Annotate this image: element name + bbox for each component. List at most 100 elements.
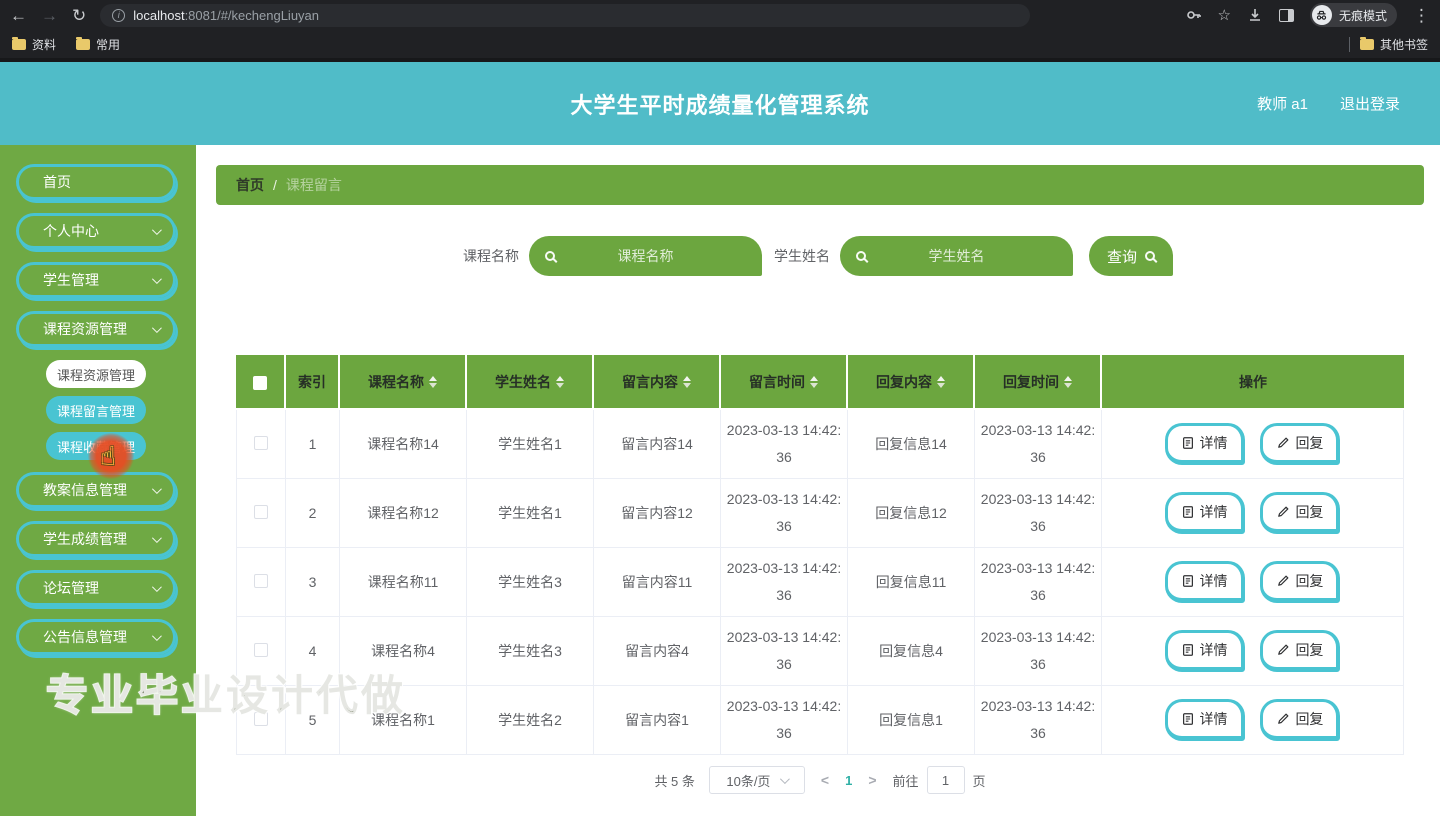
row-index: 1 (286, 410, 340, 479)
row-message-content: 留言内容1 (594, 686, 721, 755)
row-course-name: 课程名称11 (340, 548, 467, 617)
download-icon[interactable] (1247, 7, 1263, 23)
row-checkbox[interactable] (254, 712, 268, 726)
table-header-row: 索引 课程名称 学生姓名 留言内容 留言时间 回复内容 回复时间 操作 (236, 355, 1404, 410)
detail-button[interactable]: 详情 (1165, 492, 1245, 534)
row-reply-content: 回复信息4 (848, 617, 975, 686)
select-all-checkbox[interactable] (253, 376, 267, 390)
logout-button[interactable]: 退出登录 (1340, 93, 1400, 114)
course-name-input[interactable] (529, 236, 762, 276)
bookmarks-bar: 资料 常用 其他书签 (0, 30, 1440, 58)
search-form: 课程名称 学生姓名 查询 (196, 236, 1440, 276)
reply-button[interactable]: 回复 (1260, 423, 1340, 465)
query-button[interactable]: 查询 (1089, 236, 1173, 276)
site-info-icon[interactable]: i (112, 9, 125, 22)
breadcrumb-home[interactable]: 首页 (236, 175, 264, 195)
address-bar[interactable]: i localhost:8081/#/kechengLiuyan (100, 4, 1030, 27)
row-checkbox[interactable] (254, 643, 268, 657)
row-message-content: 留言内容14 (594, 410, 721, 479)
chevron-down-icon (152, 533, 162, 543)
sidebar-item-forum-mgmt[interactable]: 论坛管理 (16, 570, 176, 606)
forward-icon[interactable]: → (41, 7, 58, 24)
row-reply-content: 回复信息11 (848, 548, 975, 617)
reload-icon[interactable]: ↻ (72, 7, 86, 24)
col-header-course[interactable]: 课程名称 (340, 355, 467, 410)
sort-caret-icon[interactable] (810, 376, 818, 388)
sort-caret-icon[interactable] (937, 376, 945, 388)
bookmark-folder-changyong[interactable]: 常用 (76, 36, 120, 53)
row-checkbox[interactable] (254, 436, 268, 450)
key-icon[interactable] (1186, 7, 1202, 23)
sidebar-item-student-grade-mgmt[interactable]: 学生成绩管理 (16, 521, 176, 557)
detail-button[interactable]: 详情 (1165, 423, 1245, 465)
row-course-name: 课程名称14 (340, 410, 467, 479)
bookmark-star-icon[interactable]: ☆ (1218, 8, 1231, 23)
submenu-course-favorite[interactable]: 课程收藏管理 (46, 432, 146, 460)
side-panel-icon[interactable] (1279, 9, 1294, 22)
next-page-button[interactable]: > (866, 772, 878, 788)
bookmark-folder-ziliao[interactable]: 资料 (12, 36, 56, 53)
goto-page-input[interactable] (927, 766, 965, 794)
current-user[interactable]: 教师 a1 (1257, 93, 1308, 114)
sidebar-item-home[interactable]: 首页 (16, 164, 176, 200)
table-row: 4 课程名称4 学生姓名3 留言内容4 2023-03-13 14:42:36 … (236, 617, 1404, 686)
reply-button[interactable]: 回复 (1260, 630, 1340, 672)
sidebar-item-student-mgmt[interactable]: 学生管理 (16, 262, 176, 298)
row-actions: 详情 回复 (1102, 686, 1404, 755)
row-reply-time: 2023-03-13 14:42:36 (975, 686, 1102, 755)
message-table-wrap: 索引 课程名称 学生姓名 留言内容 留言时间 回复内容 回复时间 操作 1 课程… (236, 355, 1404, 794)
reply-button[interactable]: 回复 (1260, 699, 1340, 741)
pencil-icon (1276, 574, 1290, 588)
detail-button[interactable]: 详情 (1165, 699, 1245, 741)
sidebar-item-lesson-plan-mgmt[interactable]: 教案信息管理 (16, 472, 176, 508)
row-reply-content: 回复信息1 (848, 686, 975, 755)
app-header: 大学生平时成绩量化管理系统 教师 a1 退出登录 (0, 62, 1440, 145)
row-course-name: 课程名称4 (340, 617, 467, 686)
page-size-select[interactable]: 10条/页 (709, 766, 805, 794)
chevron-down-icon (152, 274, 162, 284)
row-message-content: 留言内容11 (594, 548, 721, 617)
url-text[interactable]: localhost:8081/#/kechengLiuyan (133, 8, 319, 23)
reply-button[interactable]: 回复 (1260, 492, 1340, 534)
row-checkbox[interactable] (254, 505, 268, 519)
course-name-label: 课程名称 (463, 246, 519, 266)
back-icon[interactable]: ← (10, 7, 27, 24)
row-reply-content: 回复信息12 (848, 479, 975, 548)
sort-caret-icon[interactable] (1064, 376, 1072, 388)
row-checkbox[interactable] (254, 574, 268, 588)
sort-caret-icon[interactable] (429, 376, 437, 388)
detail-button[interactable]: 详情 (1165, 561, 1245, 603)
detail-button[interactable]: 详情 (1165, 630, 1245, 672)
sidebar-item-announcement-mgmt[interactable]: 公告信息管理 (16, 619, 176, 655)
row-select-cell (236, 617, 286, 686)
document-icon (1181, 643, 1195, 657)
menu-dots-icon[interactable]: ⋮ (1413, 7, 1430, 24)
sidebar-item-course-resource-mgmt[interactable]: 课程资源管理 (16, 311, 176, 347)
col-header-message[interactable]: 留言内容 (594, 355, 721, 410)
message-table: 索引 课程名称 学生姓名 留言内容 留言时间 回复内容 回复时间 操作 1 课程… (236, 355, 1404, 755)
sort-caret-icon[interactable] (683, 376, 691, 388)
prev-page-button[interactable]: < (819, 772, 831, 788)
table-body: 1 课程名称14 学生姓名1 留言内容14 2023-03-13 14:42:3… (236, 410, 1404, 755)
breadcrumb-current: 课程留言 (286, 175, 342, 195)
col-header-reply[interactable]: 回复内容 (848, 355, 975, 410)
col-header-student[interactable]: 学生姓名 (467, 355, 594, 410)
row-student-name: 学生姓名1 (467, 410, 594, 479)
col-header-actions: 操作 (1102, 355, 1404, 410)
sort-caret-icon[interactable] (556, 376, 564, 388)
table-row: 2 课程名称12 学生姓名1 留言内容12 2023-03-13 14:42:3… (236, 479, 1404, 548)
page-number-1[interactable]: 1 (845, 773, 852, 788)
reply-button[interactable]: 回复 (1260, 561, 1340, 603)
submenu-course-message[interactable]: 课程留言管理 (46, 396, 146, 424)
other-bookmarks[interactable]: 其他书签 (1360, 36, 1428, 53)
chevron-down-icon (152, 484, 162, 494)
col-header-reply-time[interactable]: 回复时间 (975, 355, 1102, 410)
submenu-course-resource[interactable]: 课程资源管理 (46, 360, 146, 388)
divider (1349, 37, 1350, 52)
row-actions: 详情 回复 (1102, 617, 1404, 686)
sidebar-item-personal-center[interactable]: 个人中心 (16, 213, 176, 249)
student-name-label: 学生姓名 (774, 246, 830, 266)
row-message-time: 2023-03-13 14:42:36 (721, 479, 848, 548)
student-name-input[interactable] (840, 236, 1073, 276)
col-header-message-time[interactable]: 留言时间 (721, 355, 848, 410)
